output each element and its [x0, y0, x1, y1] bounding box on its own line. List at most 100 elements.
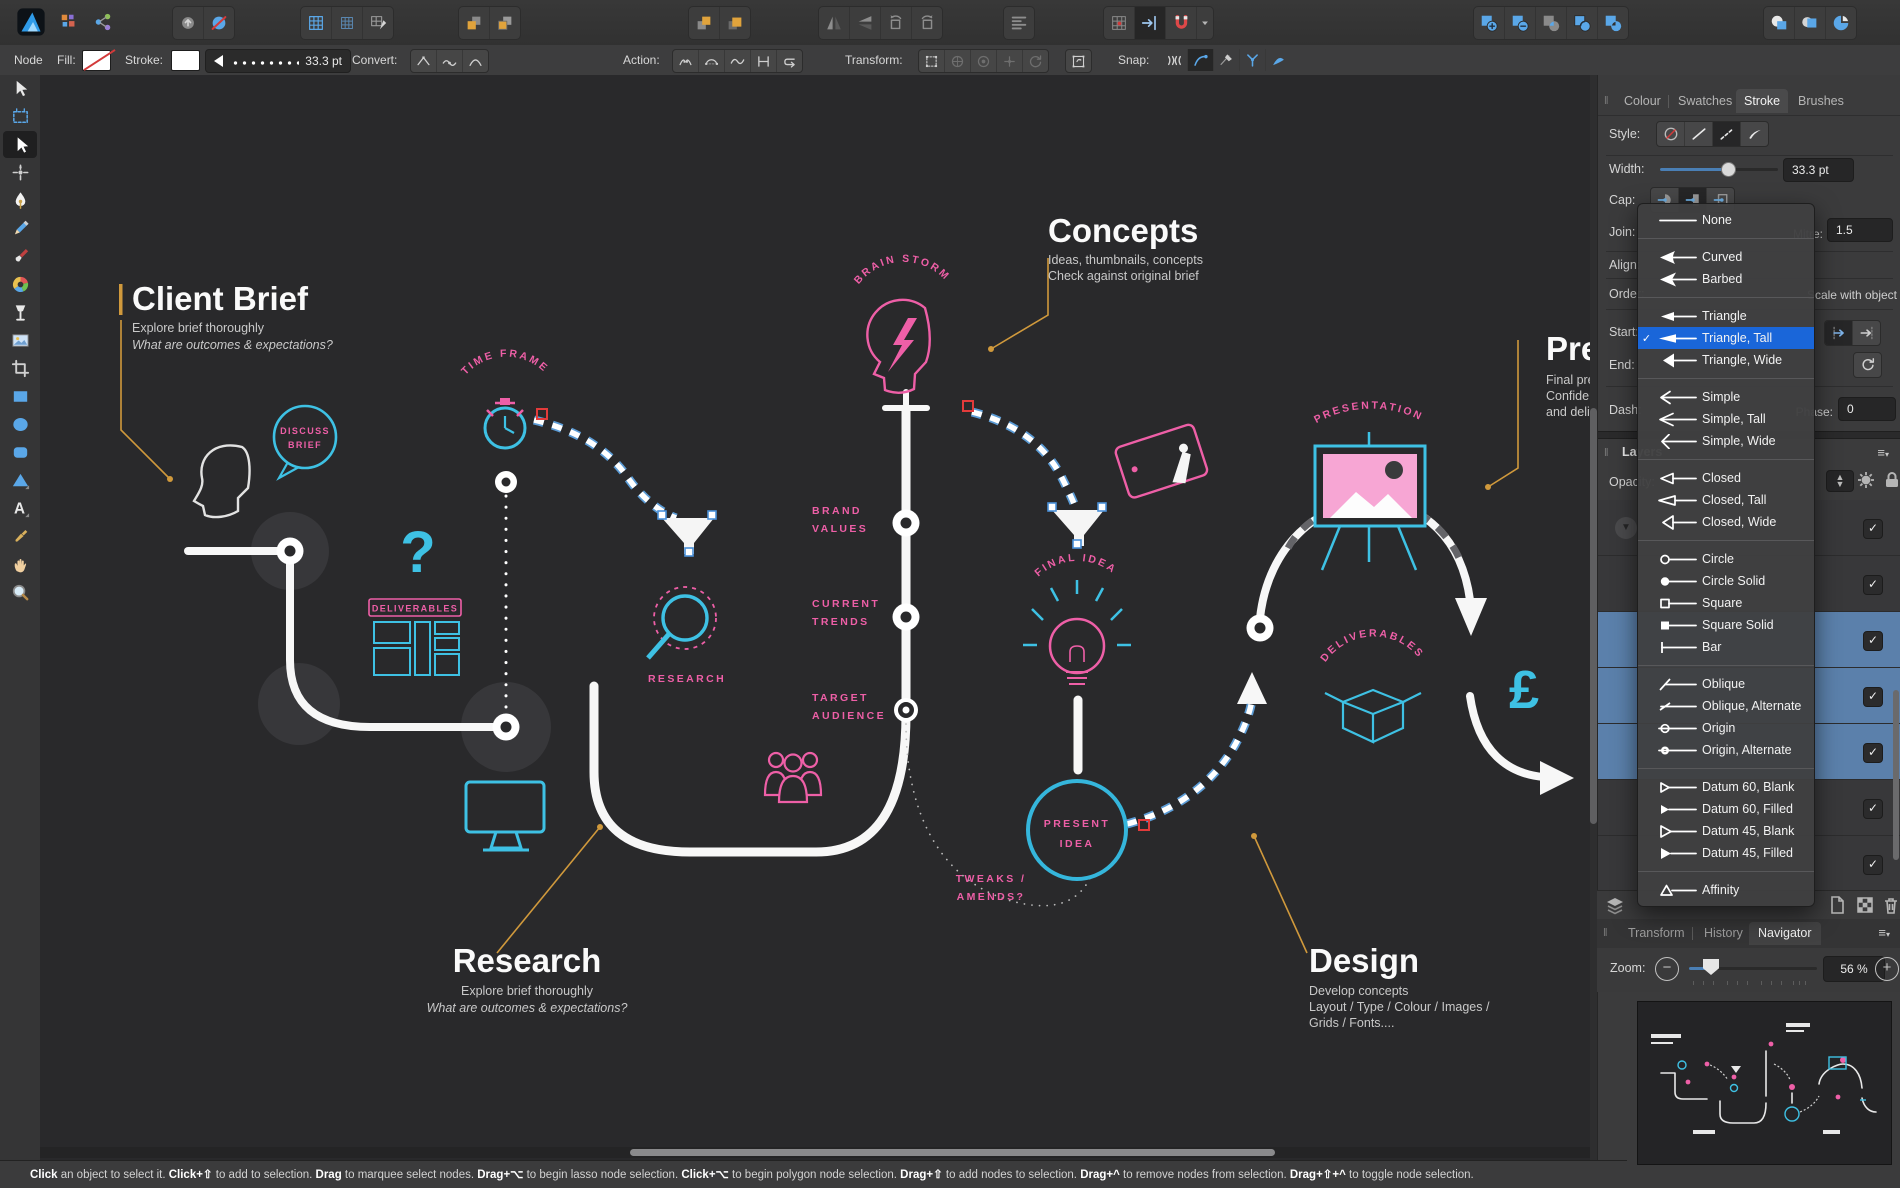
menu-item-simple[interactable]: Simple	[1638, 386, 1814, 408]
vector-brush-tool[interactable]	[3, 243, 37, 270]
layer-visibility-checkbox[interactable]: ✓	[1863, 518, 1883, 539]
order-forward-button[interactable]	[689, 7, 720, 39]
menu-item-triangle-tall[interactable]: ✓ Triangle, Tall	[1638, 327, 1814, 349]
menu-item-closed[interactable]: Closed	[1638, 467, 1814, 489]
transform-cycle-button[interactable]	[1023, 50, 1048, 72]
cycle-selection-box-button[interactable]	[1066, 50, 1091, 72]
transform-show-button[interactable]	[971, 50, 997, 72]
bottom-drag-handle[interactable]: ‖	[1603, 927, 1608, 939]
transparency-tool[interactable]	[3, 299, 37, 326]
cycle-selection-box-button[interactable]	[1065, 49, 1092, 73]
rounded-rectangle-tool[interactable]	[3, 439, 37, 466]
menu-item-barbed[interactable]: Barbed	[1638, 268, 1814, 290]
boolean-combine-button[interactable]	[1598, 7, 1628, 39]
colour-picker-tool[interactable]	[3, 523, 37, 550]
smooth-curve-button[interactable]	[725, 50, 751, 72]
tab-colour[interactable]: Colour	[1616, 89, 1669, 113]
canvas[interactable]: DISCUSS BRIEF ? TIME FRAME DELIVERABLES	[40, 75, 1590, 1160]
menu-item-triangle-wide[interactable]: Triangle, Wide	[1638, 349, 1814, 371]
sharp-node-button[interactable]	[411, 50, 437, 72]
layer-visibility-checkbox[interactable]: ✓	[1863, 742, 1883, 763]
style-dash-button[interactable]	[1713, 122, 1741, 146]
grid-pen-button[interactable]	[363, 7, 393, 39]
navigator-thumbnail[interactable]	[1637, 1001, 1892, 1165]
layer-visibility-checkbox[interactable]: ✓	[1863, 686, 1883, 707]
view-tool[interactable]	[3, 551, 37, 578]
order-back-button[interactable]	[459, 7, 490, 39]
layer-visibility-checkbox[interactable]: ✓	[1863, 574, 1883, 595]
boolean-divide-button[interactable]	[1567, 7, 1598, 39]
layer-visibility-checkbox[interactable]: ✓	[1863, 798, 1883, 819]
tab-brushes[interactable]: Brushes	[1790, 89, 1852, 113]
menu-item-datum-45-filled[interactable]: Datum 45, Filled	[1638, 842, 1814, 864]
lock-icon[interactable]	[1882, 470, 1900, 490]
layers-menu-icon[interactable]: ≡▾	[1877, 445, 1889, 460]
vector-crop-tool[interactable]	[3, 355, 37, 382]
menu-item-datum-60-blank[interactable]: Datum 60, Blank	[1638, 776, 1814, 798]
point-transform-tool[interactable]	[3, 159, 37, 186]
mask-checkerboard-icon[interactable]	[1855, 895, 1875, 915]
snap-curves-button[interactable]	[1188, 49, 1214, 71]
order-front-button[interactable]	[720, 7, 750, 39]
join-curves-button[interactable]	[751, 50, 777, 72]
tab-swatches[interactable]: Swatches	[1670, 89, 1740, 113]
style-remove-button[interactable]	[204, 7, 234, 39]
menu-item-circle[interactable]: Circle	[1638, 548, 1814, 570]
smart-node-button[interactable]	[463, 50, 488, 72]
tab-transform[interactable]: Transform	[1619, 922, 1694, 945]
new-layer-icon[interactable]	[1827, 895, 1847, 915]
opacity-stepper[interactable]: ▲ ▼	[1826, 470, 1854, 492]
layers-scrollbar-thumb[interactable]	[1893, 690, 1899, 860]
node-tool[interactable]	[3, 131, 37, 158]
menu-item-square-solid[interactable]: Square Solid	[1638, 614, 1814, 636]
menu-item-square[interactable]: Square	[1638, 592, 1814, 614]
menu-item-simple-tall[interactable]: Simple, Tall	[1638, 408, 1814, 430]
pencil-tool[interactable]	[3, 215, 37, 242]
boolean-add-button[interactable]	[1474, 7, 1505, 39]
delete-trash-icon[interactable]	[1881, 895, 1900, 915]
boolean-subtract-button[interactable]	[1505, 7, 1536, 39]
rotate-ccw-button[interactable]	[881, 7, 912, 39]
phase-value[interactable]: 0	[1838, 397, 1896, 421]
artistic-text-tool[interactable]: A	[3, 495, 37, 522]
menu-item-closed-wide[interactable]: Closed, Wide	[1638, 511, 1814, 533]
layers-stack-icon[interactable]	[1605, 895, 1625, 915]
horizontal-scrollbar-thumb[interactable]	[630, 1149, 1275, 1156]
zoom-in-button[interactable]: +	[1875, 957, 1899, 981]
boolean-intersect-button[interactable]	[1536, 7, 1567, 39]
geometry-segment-button[interactable]	[1826, 7, 1856, 39]
layer-visibility-checkbox[interactable]: ✓	[1863, 854, 1883, 875]
menu-item-origin-alternate[interactable]: Origin, Alternate	[1638, 739, 1814, 761]
flip-horizontal-button[interactable]	[819, 7, 850, 39]
menu-item-datum-60-filled[interactable]: Datum 60, Filled	[1638, 798, 1814, 820]
snapping-magnet-button[interactable]	[1166, 7, 1197, 39]
layers-drag-handle[interactable]: ‖	[1604, 447, 1609, 459]
menu-item-origin[interactable]: Origin	[1638, 717, 1814, 739]
rectangle-tool[interactable]	[3, 383, 37, 410]
reverse-curve-button[interactable]	[777, 50, 802, 72]
share-nodes-icon[interactable]	[86, 6, 120, 38]
mitre-value[interactable]: 1.5	[1827, 218, 1893, 242]
stroke-swatch[interactable]	[171, 50, 200, 71]
smooth-node-button[interactable]	[437, 50, 463, 72]
snap-pen-button[interactable]	[1214, 49, 1240, 71]
snap-pressure-button[interactable]	[1266, 49, 1291, 71]
transform-rotate-button[interactable]	[945, 50, 971, 72]
ellipse-tool[interactable]	[3, 411, 37, 438]
move-tool[interactable]	[3, 75, 37, 102]
style-none-button[interactable]	[1657, 122, 1685, 146]
break-curve-button[interactable]	[673, 50, 699, 72]
transform-align-button[interactable]	[997, 50, 1023, 72]
menu-item-bar[interactable]: Bar	[1638, 636, 1814, 658]
rotate-cw-button[interactable]	[912, 7, 942, 39]
panel-drag-handle[interactable]: ‖	[1604, 95, 1609, 107]
snap-geometry-button[interactable]	[1240, 49, 1266, 71]
navigator-menu-icon[interactable]: ≡▾	[1878, 925, 1890, 940]
zoom-tool[interactable]	[3, 579, 37, 606]
vertical-scrollbar-thumb[interactable]	[1590, 408, 1597, 824]
menu-item-curved[interactable]: Curved	[1638, 246, 1814, 268]
geometry-merge-button[interactable]	[1764, 7, 1795, 39]
sync-ends-button[interactable]	[1854, 353, 1881, 377]
triangle-tool[interactable]	[3, 467, 37, 494]
style-brush-button[interactable]	[1741, 122, 1768, 146]
